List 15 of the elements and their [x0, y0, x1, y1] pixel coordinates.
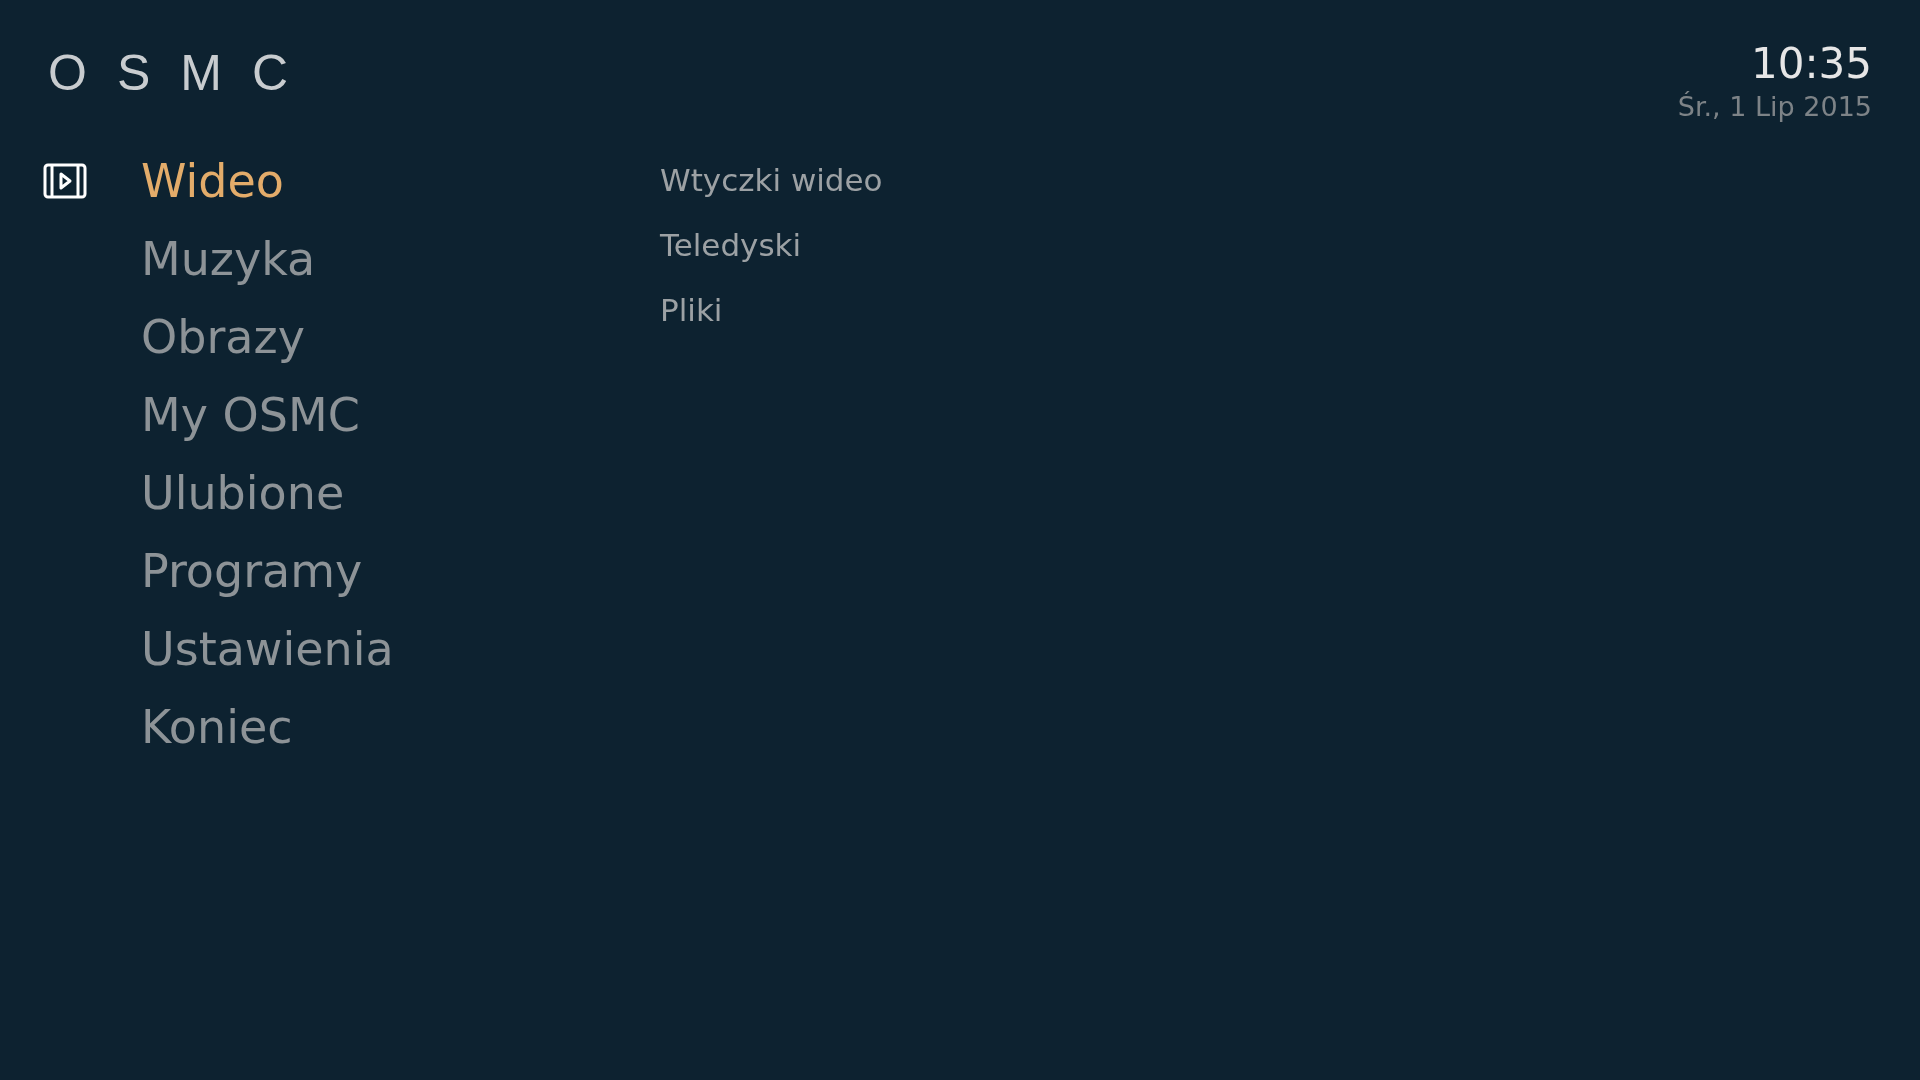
- logo: OSMC: [48, 48, 318, 98]
- main-menu-item[interactable]: Ulubione: [141, 463, 345, 523]
- video-icon: [42, 163, 87, 199]
- main-menu-item[interactable]: Koniec: [141, 697, 293, 757]
- main-menu-item[interactable]: Programy: [141, 541, 363, 601]
- submenu-item[interactable]: Wtyczki wideo: [660, 148, 883, 213]
- main-menu-item[interactable]: Ustawienia: [141, 619, 394, 679]
- clock-date: Śr., 1 Lip 2015: [1677, 90, 1872, 124]
- main-menu-item[interactable]: Wideo: [141, 151, 284, 211]
- main-menu-item[interactable]: Obrazy: [141, 307, 305, 367]
- main-menu-item[interactable]: Muzyka: [141, 229, 316, 289]
- main-menu-item[interactable]: My OSMC: [141, 385, 360, 445]
- clock-time: 10:35: [1750, 38, 1872, 90]
- submenu-item[interactable]: Pliki: [660, 278, 883, 343]
- submenu-item[interactable]: Teledyski: [660, 213, 883, 278]
